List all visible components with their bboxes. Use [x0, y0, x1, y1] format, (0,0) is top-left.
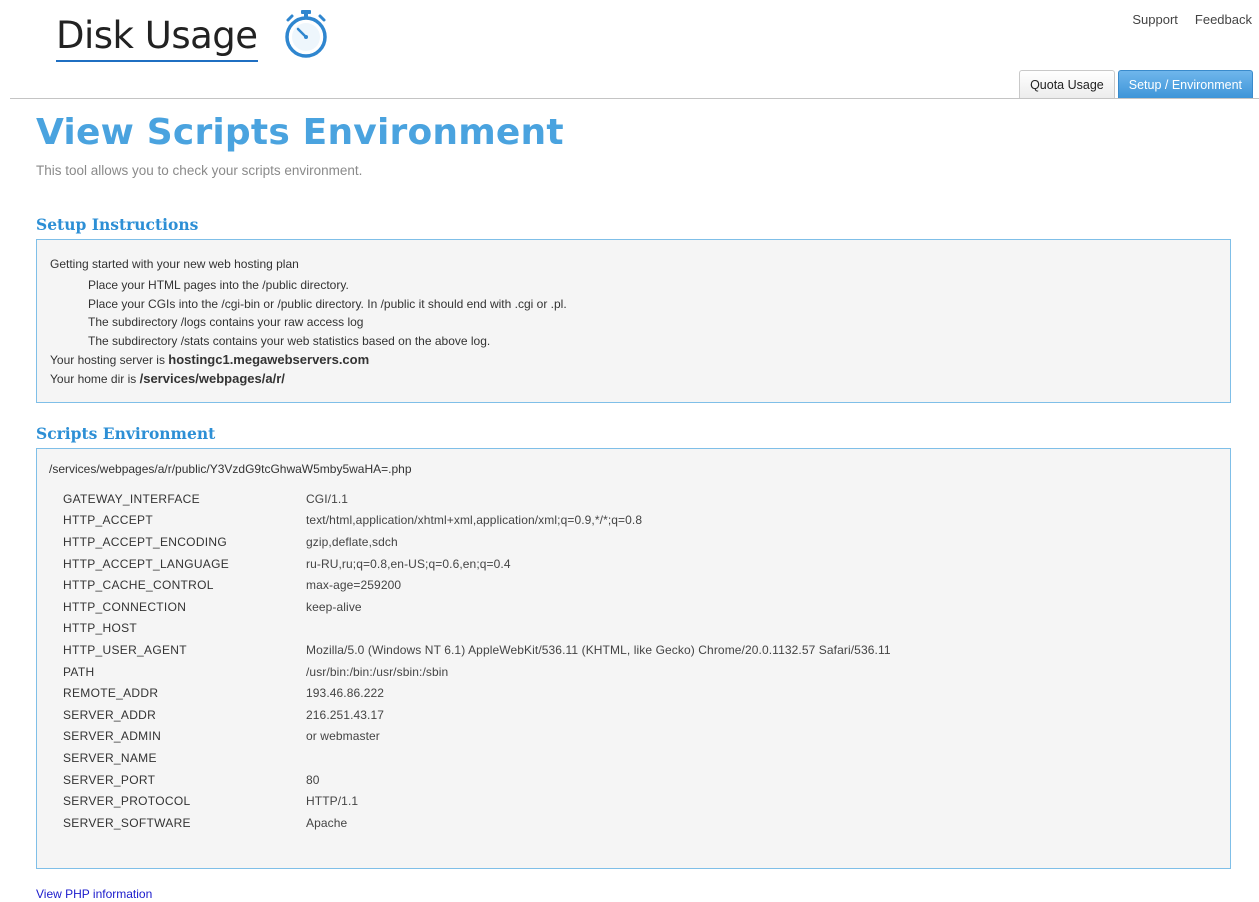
- hosting-server-line: Your hosting server is hostingc1.megaweb…: [50, 351, 1217, 369]
- setup-instructions-title: Setup Instructions: [36, 215, 199, 234]
- env-key: HTTP_ACCEPT: [63, 513, 153, 528]
- env-key: SERVER_PROTOCOL: [63, 794, 191, 809]
- home-dir-label: Your home dir is: [50, 372, 140, 386]
- feedback-link[interactable]: Feedback: [1195, 12, 1252, 27]
- env-value: max-age=259200: [306, 578, 402, 593]
- main-content: View Scripts Environment This tool allow…: [36, 100, 1231, 901]
- table-row: REMOTE_ADDR 193.46.86.222: [63, 682, 891, 704]
- tab-quota-usage[interactable]: Quota Usage: [1019, 70, 1115, 98]
- table-row: SERVER_ADDR 216.251.43.17: [63, 704, 891, 726]
- setup-list: Place your HTML pages into the /public d…: [50, 276, 1217, 350]
- table-row: SERVER_PORT 80: [63, 769, 891, 791]
- table-row: HTTP_CONNECTION keep-alive: [63, 596, 891, 618]
- view-php-info-link[interactable]: View PHP information: [36, 887, 152, 901]
- table-row: HTTP_USER_AGENT Mozilla/5.0 (Windows NT 6…: [63, 639, 891, 661]
- hosting-server-value: hostingc1.megawebservers.com: [168, 352, 370, 367]
- setup-instructions-panel: Getting started with your new web hostin…: [36, 239, 1231, 403]
- env-key: SERVER_NAME: [63, 750, 157, 765]
- env-value: ru-RU,ru;q=0.8,en-US;q=0.6,en;q=0.4: [306, 556, 511, 571]
- env-value: Mozilla/5.0 (Windows NT 6.1) AppleWebKit…: [306, 642, 891, 657]
- env-key: GATEWAY_INTERFACE: [63, 491, 200, 506]
- env-value: gzip,deflate,sdch: [306, 534, 398, 549]
- page-title: View Scripts Environment: [36, 112, 564, 153]
- env-key: HTTP_USER_AGENT: [63, 642, 187, 657]
- env-value: [306, 747, 891, 769]
- env-key: HTTP_ACCEPT_ENCODING: [63, 534, 228, 549]
- table-row: HTTP_ACCEPT_LANGUAGE ru-RU,ru;q=0.8,en-US…: [63, 553, 891, 575]
- table-row: PATH/usr/bin:/bin:/usr/sbin:/sbin: [63, 661, 891, 683]
- env-key: HTTP_HOST: [63, 621, 138, 636]
- hosting-server-label: Your hosting server is: [50, 353, 169, 367]
- list-item: The subdirectory /stats contains your we…: [88, 333, 491, 348]
- env-value: HTTP/1.1: [306, 794, 359, 809]
- page-subtitle: This tool allows you to check your scrip…: [36, 163, 363, 178]
- tab-bar: Quota Usage Setup / Environment: [1019, 70, 1253, 98]
- logo-text: Disk Usage: [56, 14, 258, 62]
- env-key: HTTP_ACCEPT_LANGUAGE: [63, 556, 230, 571]
- table-row: SERVER_ADMIN or webmaster: [63, 726, 891, 748]
- script-path: /services/webpages/a/r/public/Y3VzdG9tcG…: [49, 462, 412, 476]
- env-value: 80: [306, 772, 320, 787]
- top-links: Support Feedback: [1132, 12, 1252, 27]
- env-key: SERVER_SOFTWARE: [63, 815, 191, 830]
- env-table: GATEWAY_INTERFACE CGI/1.1 HTTP_ACCEPT text…: [63, 488, 891, 834]
- list-item: Place your CGIs into the /cgi-bin or /pu…: [88, 296, 567, 311]
- env-key: SERVER_ADMIN: [63, 729, 162, 744]
- env-key: HTTP_CONNECTION: [63, 599, 187, 614]
- home-dir-value: /services/webpages/a/r/: [139, 371, 285, 386]
- env-value: or webmaster: [306, 729, 380, 744]
- list-item: Place your HTML pages into the /public d…: [88, 278, 349, 292]
- header-divider: [10, 98, 1259, 99]
- env-value: text/html,application/xhtml+xml,applicat…: [306, 513, 643, 528]
- stopwatch-icon: [284, 10, 327, 58]
- env-key: SERVER_PORT: [63, 772, 156, 787]
- table-row: HTTP_HOST: [63, 618, 891, 640]
- env-value: keep-alive: [306, 599, 362, 614]
- env-key: REMOTE_ADDR: [63, 686, 159, 701]
- env-key: SERVER_ADDR: [63, 707, 157, 722]
- env-key: PATH: [63, 664, 95, 679]
- env-value: /usr/bin:/bin:/usr/sbin:/sbin: [306, 664, 449, 679]
- env-value: 216.251.43.17: [306, 707, 385, 722]
- tab-setup-environment[interactable]: Setup / Environment: [1117, 70, 1253, 98]
- list-item: The subdirectory /logs contains your raw…: [88, 315, 364, 329]
- env-value: [306, 618, 891, 640]
- logo[interactable]: Disk Usage: [56, 10, 332, 62]
- table-row: SERVER_NAME: [63, 747, 891, 769]
- env-value: Apache: [306, 815, 348, 830]
- home-dir-line: Your home dir is /services/webpages/a/r/: [50, 370, 1217, 388]
- table-row: HTTP_ACCEPT_ENCODING gzip,deflate,sdch: [63, 531, 891, 553]
- scripts-environment-panel: /services/webpages/a/r/public/Y3VzdG9tcG…: [36, 448, 1231, 869]
- scripts-environment-title: Scripts Environment: [36, 424, 216, 443]
- table-row: SERVER_PROTOCOL HTTP/1.1: [63, 790, 891, 812]
- support-link[interactable]: Support: [1132, 12, 1178, 27]
- header: Disk Usage Support Feedback Quota Usage …: [0, 0, 1259, 100]
- table-row: HTTP_ACCEPT text/html,application/xhtml+x…: [63, 510, 891, 532]
- table-row: HTTP_CACHE_CONTROL max-age=259200: [63, 574, 891, 596]
- env-value: CGI/1.1: [306, 491, 349, 506]
- setup-lead: Getting started with your new web hostin…: [50, 257, 299, 271]
- env-value: 193.46.86.222: [306, 686, 385, 701]
- env-key: HTTP_CACHE_CONTROL: [63, 578, 214, 593]
- table-row: SERVER_SOFTWARE Apache: [63, 812, 891, 834]
- table-row: GATEWAY_INTERFACE CGI/1.1: [63, 488, 891, 510]
